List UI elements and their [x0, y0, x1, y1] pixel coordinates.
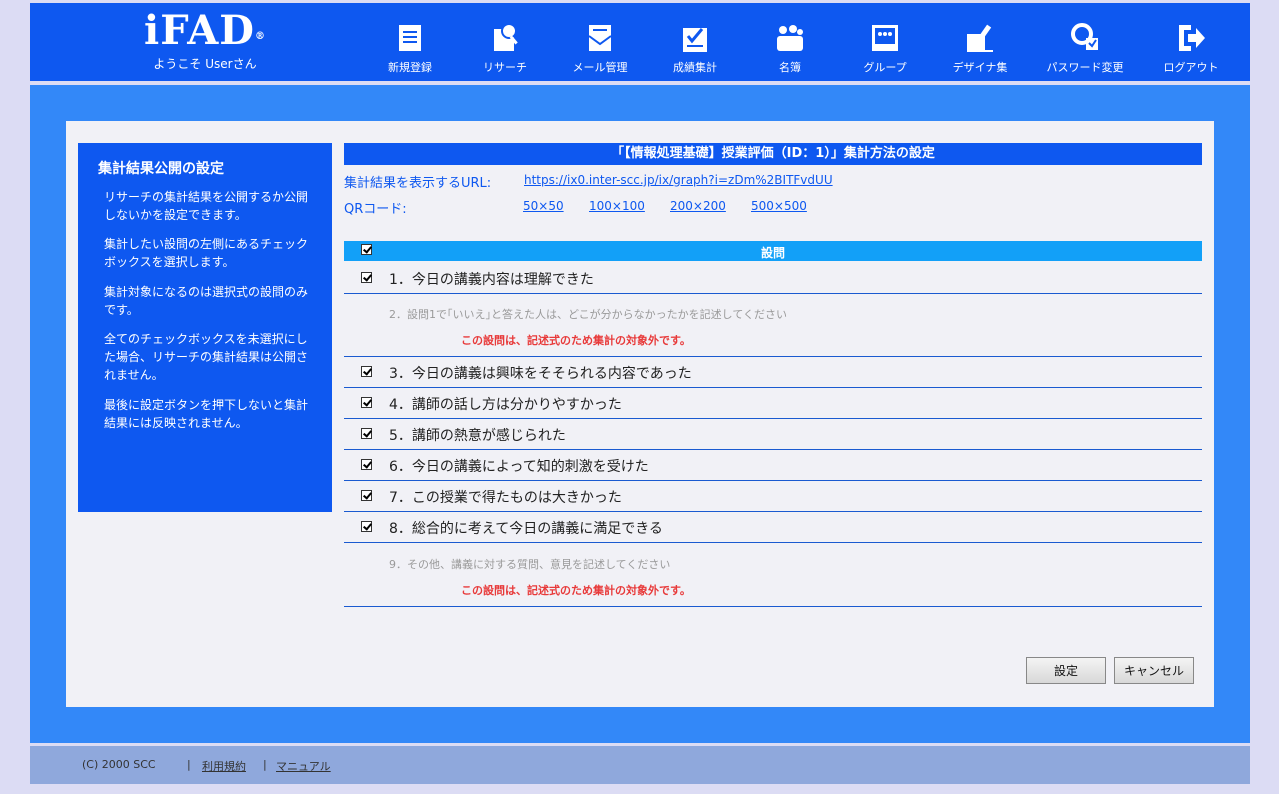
question-row: 1．今日の講義内容は理解できた	[344, 263, 1202, 294]
terms-link[interactable]: 利用規約	[202, 758, 246, 774]
graph-url-link[interactable]: https://ix0.inter-scc.jp/ix/graph?i=zDm%…	[524, 173, 833, 187]
question-checkbox[interactable]	[361, 397, 372, 408]
sidebar-paragraph: 集計対象になるのは選択式の設問のみです。	[104, 285, 309, 317]
nav-mail[interactable]: メール管理	[554, 20, 646, 80]
welcome-text: ようこそ Userさん	[153, 57, 257, 71]
url-label: 集計結果を表示するURL:	[344, 176, 492, 191]
research-icon	[494, 23, 518, 51]
copyright: (C) 2000 SCC	[82, 758, 156, 771]
sidebar-paragraph: 全てのチェックボックスを未選択にした場合、リサーチの集計結果は公開されません。	[104, 332, 309, 382]
logo: iFAD® ようこそ Userさん	[130, 9, 280, 79]
question-text: 7．この授業で得たものは大きかった	[389, 490, 622, 506]
nav-group[interactable]: グループ	[839, 20, 931, 80]
nav-label: グループ	[863, 61, 907, 74]
question-checkbox[interactable]	[361, 521, 372, 532]
sidebar-paragraph: 集計したい設問の左側にあるチェックボックスを選択します。	[104, 237, 309, 269]
top-header: iFAD® ようこそ Userさん 新規登録 リサーチ メール管理 成績集計 名…	[30, 3, 1250, 81]
help-sidebar: 集計結果公開の設定 リサーチの集計結果を公開するか公開しないかを設定できます。 …	[78, 143, 332, 512]
question-checkbox[interactable]	[361, 366, 372, 377]
qr-label: QRコード:	[344, 202, 407, 217]
logout-icon	[1179, 25, 1205, 51]
question-checkbox[interactable]	[361, 459, 372, 470]
question-row-disabled: 9．その他、講義に対する質問、意見を記述してください この設問は、記述式のため集…	[344, 544, 1202, 607]
question-checkbox[interactable]	[361, 428, 372, 439]
footer: (C) 2000 SCC | 利用規約 | マニュアル	[30, 746, 1250, 784]
registered-mark: ®	[254, 31, 266, 42]
question-text: 8．総合的に考えて今日の講義に満足できる	[389, 521, 663, 537]
grade-summary-icon	[683, 28, 707, 52]
nav-logout[interactable]: ログアウト	[1145, 20, 1237, 80]
mail-icon	[588, 25, 612, 51]
excluded-note: この設問は、記述式のため集計の対象外です。	[461, 584, 691, 597]
nav-new-registration[interactable]: 新規登録	[364, 20, 456, 80]
question-table-header: 設問	[344, 241, 1202, 261]
nav-label: ログアウト	[1163, 61, 1219, 74]
qr-link-50[interactable]: 50×50	[523, 199, 564, 213]
password-change-icon	[1071, 23, 1098, 50]
nav-roster[interactable]: 名簿	[744, 20, 836, 80]
nav-design[interactable]: デザイナ集	[934, 20, 1026, 80]
new-registration-icon	[399, 25, 421, 51]
question-row: 4．講師の話し方は分かりやすかった	[344, 388, 1202, 419]
question-checkbox[interactable]	[361, 272, 372, 283]
question-text: 1．今日の講義内容は理解できた	[389, 272, 594, 288]
nav-label: メール管理	[572, 61, 628, 74]
design-icon	[967, 24, 993, 52]
nav-label: パスワード変更	[1046, 61, 1124, 74]
nav-grade-summary[interactable]: 成績集計	[649, 20, 741, 80]
question-row: 7．この授業で得たものは大きかった	[344, 481, 1202, 512]
nav-research[interactable]: リサーチ	[459, 20, 551, 80]
question-row: 5．講師の熱意が感じられた	[344, 419, 1202, 450]
nav-label: 名簿	[779, 61, 801, 74]
submit-button[interactable]: 設定	[1026, 657, 1106, 684]
question-text: 5．講師の熱意が感じられた	[389, 428, 566, 444]
nav-label: 新規登録	[388, 61, 432, 74]
question-row: 3．今日の講義は興味をそそられる内容であった	[344, 357, 1202, 388]
question-text: 4．講師の話し方は分かりやすかった	[389, 397, 622, 413]
nav-label: デザイナ集	[952, 61, 1008, 74]
question-text: 9．その他、講義に対する質問、意見を記述してください	[389, 558, 671, 571]
column-header: 設問	[760, 246, 785, 260]
sidebar-title: 集計結果公開の設定	[98, 161, 224, 177]
manual-link[interactable]: マニュアル	[276, 758, 331, 774]
qr-link-100[interactable]: 100×100	[589, 199, 645, 213]
nav-label: 成績集計	[673, 61, 717, 74]
qr-link-500[interactable]: 500×500	[751, 199, 807, 213]
nav-password-change[interactable]: パスワード変更	[1039, 20, 1131, 80]
question-text: 6．今日の講義によって知的刺激を受けた	[389, 459, 649, 475]
page-title: 「【情報処理基礎】授業評価（ID：1）」集計方法の設定	[344, 143, 1202, 165]
question-checkbox[interactable]	[361, 490, 372, 501]
nav-label: リサーチ	[483, 61, 527, 74]
question-row-disabled: 2．設問1で｢いいえ｣と答えた人は、どこが分からなかったかを記述してください こ…	[344, 294, 1202, 357]
question-row: 8．総合的に考えて今日の講義に満足できる	[344, 512, 1202, 543]
sidebar-paragraph: 最後に設定ボタンを押下しないと集計結果には反映されません。	[104, 398, 309, 430]
footer-separator: |	[263, 758, 267, 771]
question-row: 6．今日の講義によって知的刺激を受けた	[344, 450, 1202, 481]
question-text: 3．今日の講義は興味をそそられる内容であった	[389, 366, 692, 382]
sidebar-paragraph: リサーチの集計結果を公開するか公開しないかを設定できます。	[104, 190, 309, 222]
logo-text: iFAD	[144, 7, 255, 54]
question-text: 2．設問1で｢いいえ｣と答えた人は、どこが分からなかったかを記述してください	[389, 308, 788, 321]
footer-separator: |	[187, 758, 191, 771]
excluded-note: この設問は、記述式のため集計の対象外です。	[461, 334, 691, 347]
roster-icon	[777, 25, 803, 51]
group-icon	[872, 25, 898, 51]
cancel-button[interactable]: キャンセル	[1114, 657, 1194, 684]
qr-link-200[interactable]: 200×200	[670, 199, 726, 213]
